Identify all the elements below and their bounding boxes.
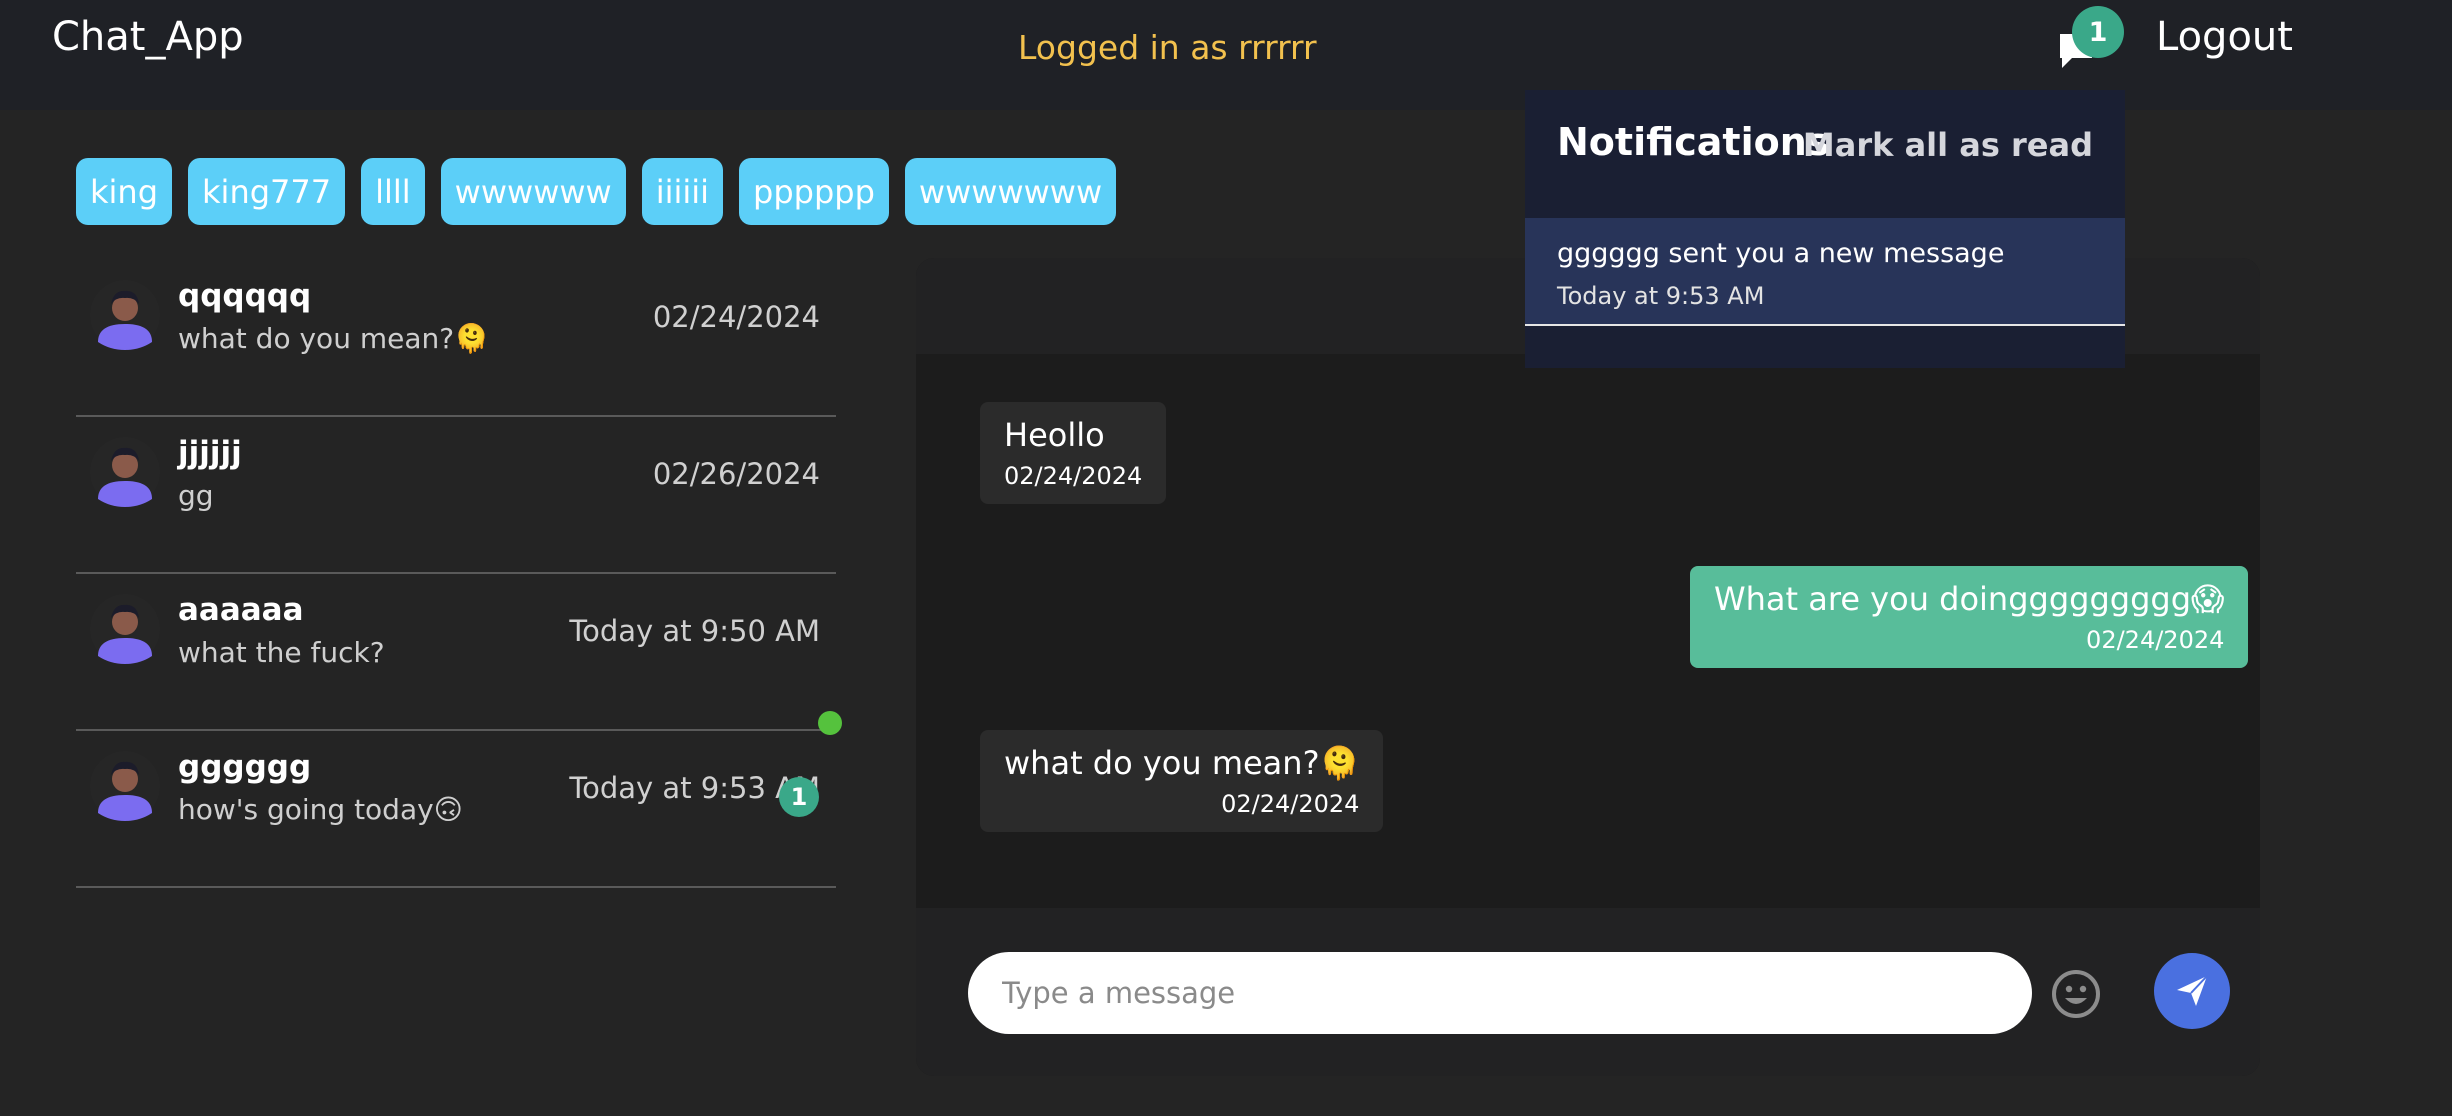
logged-in-label: Logged in as rrrrrr — [1018, 28, 1317, 67]
chat-list: qqqqqq what do you mean?🫠 02/24/2024 jjj… — [76, 260, 842, 888]
chat-last-message: what the fuck? — [178, 636, 385, 669]
message-date: 02/24/2024 — [2086, 626, 2225, 654]
smiley-icon — [2052, 970, 2100, 1018]
user-chip[interactable]: iiiiii — [641, 158, 724, 225]
user-avatar-icon — [90, 751, 160, 821]
message-input[interactable] — [968, 952, 2032, 1034]
notification-time: Today at 9:53 AM — [1557, 282, 1765, 310]
message-text: What are you doinggggggggg😱 — [1714, 580, 2225, 618]
chat-name: qqqqqq — [178, 278, 312, 314]
paper-plane-icon — [2177, 975, 2208, 1006]
message-text: what do you mean?🫠 — [1004, 744, 1360, 782]
chat-last-message: how's going today🙃 — [178, 793, 463, 826]
mark-all-read-button[interactable]: Mark all as read — [1803, 126, 2093, 164]
chat-name: aaaaaa — [178, 592, 304, 628]
message-received: Heollo 02/24/2024 — [980, 402, 1167, 504]
user-avatar-icon — [90, 437, 160, 507]
logout-button[interactable]: Logout — [2156, 14, 2293, 60]
user-chip[interactable]: king777 — [188, 158, 346, 225]
chat-box: Heollo 02/24/2024 What are you doinggggg… — [916, 258, 2260, 1076]
emoji-button[interactable] — [2050, 968, 2102, 1020]
send-button[interactable] — [2154, 953, 2230, 1029]
chat-list-item[interactable]: aaaaaa what the fuck? Today at 9:50 AM — [76, 574, 836, 731]
message-date: 02/24/2024 — [1221, 790, 1360, 818]
chat-last-message: gg — [178, 479, 214, 512]
message-received: what do you mean?🫠 02/24/2024 — [980, 730, 1384, 832]
chat-date: 02/24/2024 — [652, 300, 820, 334]
unread-count-badge: 1 — [779, 777, 819, 817]
user-chip[interactable]: wwwwww — [440, 158, 626, 225]
notification-item[interactable]: gggggg sent you a new message Today at 9… — [1525, 218, 2125, 326]
chat-last-message: what do you mean?🫠 — [178, 322, 489, 355]
chat-date: 02/26/2024 — [652, 457, 820, 491]
user-avatar-icon — [90, 280, 160, 350]
message-text: Heollo — [1004, 416, 1105, 454]
message-composer — [916, 908, 2260, 1076]
notifications-title: Notifications — [1557, 120, 1830, 164]
app-brand[interactable]: Chat_App — [52, 14, 244, 60]
user-chip[interactable]: pppppp — [739, 158, 889, 225]
chat-list-item[interactable]: qqqqqq what do you mean?🫠 02/24/2024 — [76, 260, 836, 417]
message-sent: What are you doinggggggggg😱 02/24/2024 — [1690, 566, 2249, 668]
chat-list-item[interactable]: gggggg how's going today🙃 Today at 9:53 … — [76, 711, 842, 888]
chat-list-item[interactable]: jjjjjj gg 02/26/2024 — [76, 417, 836, 574]
online-indicator — [818, 711, 842, 735]
user-chip[interactable]: king — [76, 158, 173, 225]
chat-name: gggggg — [178, 749, 312, 785]
chat-date: Today at 9:50 AM — [569, 614, 820, 648]
notification-count-badge: 1 — [2072, 6, 2124, 58]
user-avatar-icon — [90, 594, 160, 664]
chat-name: jjjjjj — [178, 435, 242, 471]
user-chip-list: king king777 llll wwwwww iiiiii pppppp w… — [76, 158, 1117, 225]
user-chip[interactable]: wwwwwww — [904, 158, 1117, 225]
notification-text: gggggg sent you a new message — [1557, 238, 2005, 269]
notifications-panel: Notifications Mark all as read gggggg se… — [1525, 90, 2125, 368]
message-date: 02/24/2024 — [1004, 462, 1143, 490]
user-chip[interactable]: llll — [361, 158, 425, 225]
